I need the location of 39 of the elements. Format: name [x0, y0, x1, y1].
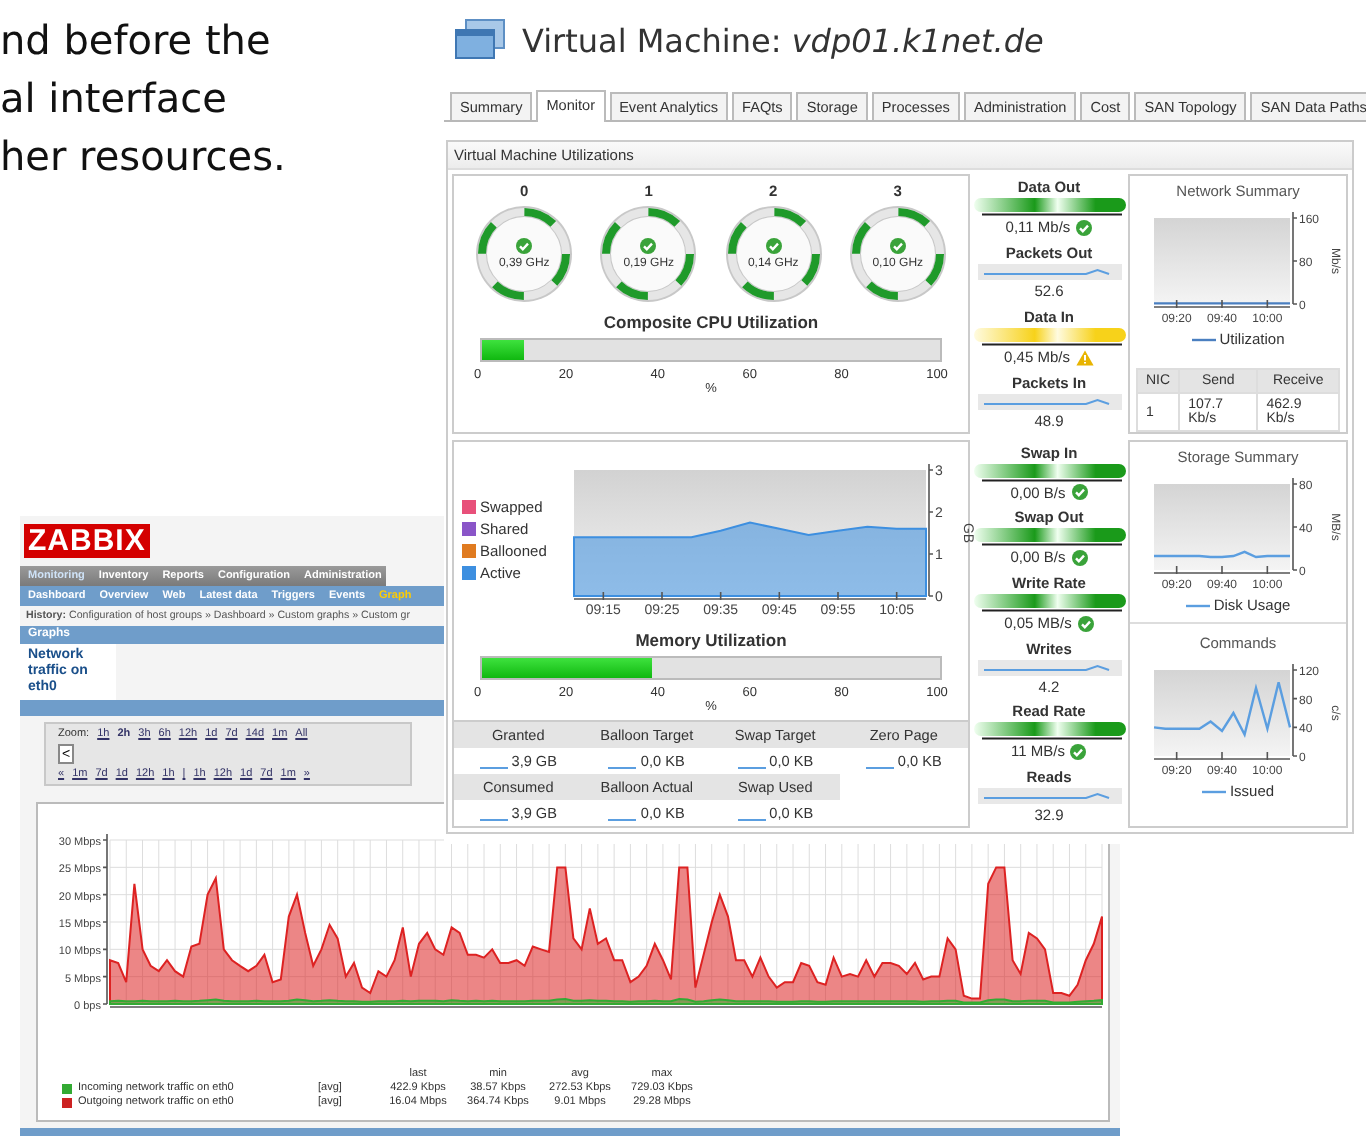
chart-line [1153, 681, 1292, 738]
sparkline-drawing [977, 264, 1121, 280]
meter-title: Composite CPU Utilization [601, 312, 821, 332]
body-text: nd before the [0, 14, 273, 68]
sparkline-icon [865, 762, 894, 770]
sparkline-drawing [977, 394, 1121, 410]
sparkline-icon [608, 762, 637, 770]
x-axis [1153, 751, 1291, 761]
x-axis [1153, 565, 1291, 575]
y-axis [1292, 211, 1298, 305]
cpu-gauge-drawing [598, 204, 699, 304]
cpu-gauge-drawing [474, 204, 575, 304]
cpu-gauge-drawing [723, 204, 824, 304]
legend-line-icon [1185, 601, 1210, 609]
sparkline-drawing [977, 788, 1121, 805]
body-text: al interface [0, 72, 229, 126]
y-axis [1292, 477, 1298, 571]
body-text: her resources. [0, 130, 288, 184]
y-axis [1292, 663, 1298, 757]
window-title: Virtual Machine: vdp01.k1net.de [522, 21, 1044, 59]
cpu-gauge-drawing [847, 204, 948, 304]
sparkline-icon [737, 762, 766, 770]
plot-background [1154, 218, 1290, 304]
sparkline-icon [737, 814, 766, 822]
meter-title: Memory Utilization [633, 630, 789, 650]
chart-line [1154, 550, 1290, 559]
chart-line [1154, 302, 1290, 305]
sparkline-drawing [977, 659, 1121, 676]
plot-background [1154, 484, 1290, 570]
legend-line-icon [1201, 787, 1226, 795]
sparkline-icon [479, 814, 508, 822]
sparkline-icon [608, 814, 637, 822]
x-axis [1153, 299, 1291, 309]
legend-line-icon [1191, 335, 1216, 343]
y-axis [928, 463, 935, 597]
window-stack-icon [454, 18, 506, 62]
sparkline-icon [479, 762, 508, 770]
plot-background [1154, 670, 1290, 756]
zabbix-logo: ZABBIX [24, 524, 150, 558]
